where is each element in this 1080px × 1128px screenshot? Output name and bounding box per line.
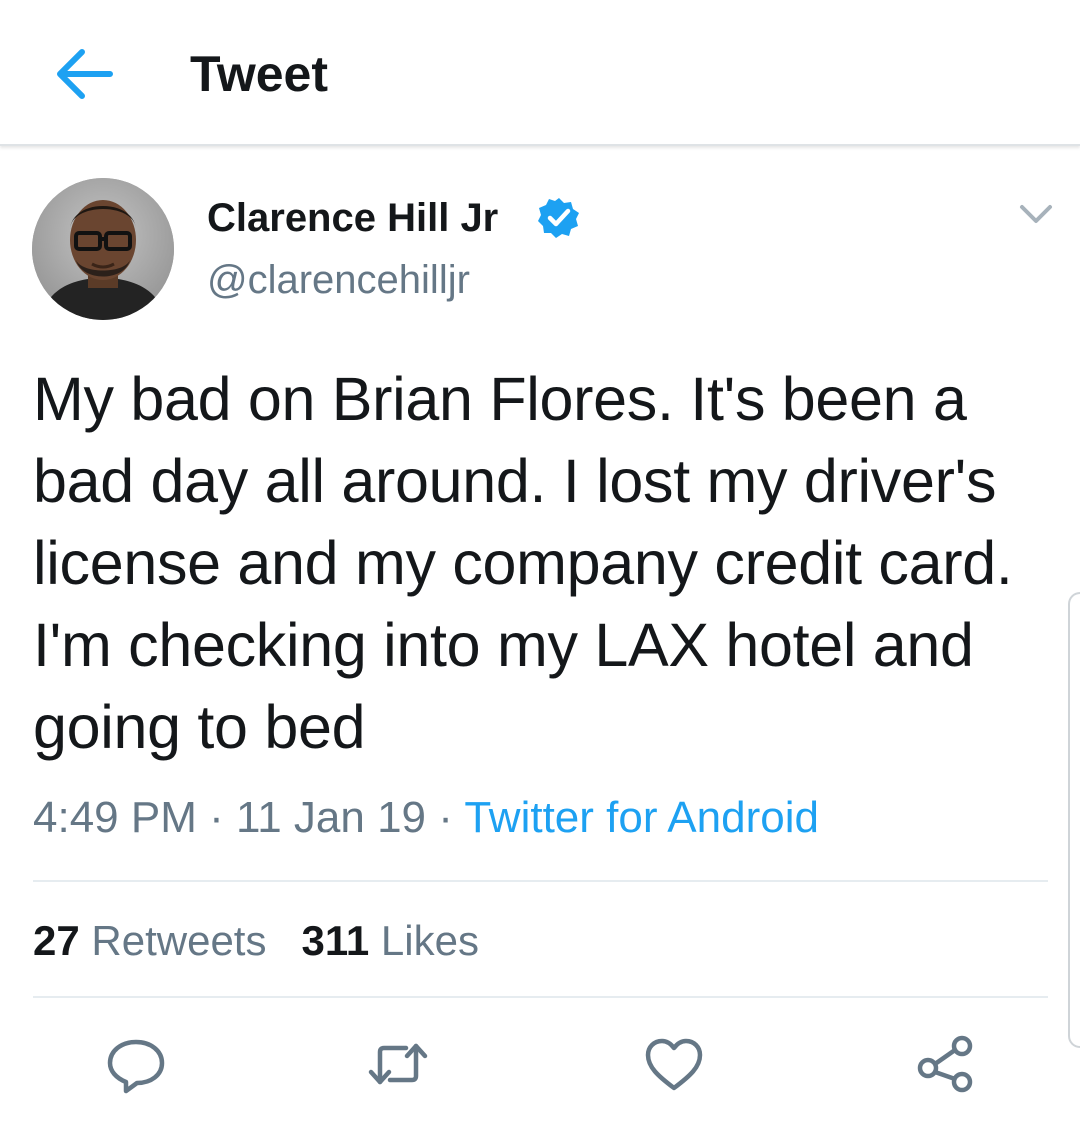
retweets-stat[interactable]: 27 Retweets bbox=[33, 917, 266, 964]
arrow-left-icon bbox=[57, 49, 113, 99]
likes-stat[interactable]: 311 Likes bbox=[301, 917, 479, 964]
retweet-icon bbox=[368, 1043, 428, 1085]
share-button[interactable] bbox=[914, 1032, 978, 1096]
top-app-bar: Tweet bbox=[0, 0, 1080, 146]
retweet-button[interactable] bbox=[366, 1032, 430, 1096]
retweets-label: Retweets bbox=[91, 917, 267, 964]
tweet-date: 11 Jan 19 bbox=[236, 793, 427, 842]
divider bbox=[33, 880, 1048, 882]
avatar-portrait bbox=[32, 178, 174, 320]
retweets-count: 27 bbox=[33, 917, 80, 964]
reply-icon bbox=[107, 1039, 165, 1094]
reply-button[interactable] bbox=[104, 1032, 168, 1096]
author-handle[interactable]: @clarencehilljr bbox=[207, 256, 470, 304]
tweet-meta: 4:49 PM · 11 Jan 19 · Twitter for Androi… bbox=[33, 790, 819, 846]
chevron-down-icon bbox=[1020, 205, 1052, 223]
likes-count: 311 bbox=[301, 917, 370, 964]
meta-separator: · bbox=[438, 793, 453, 842]
likes-label: Likes bbox=[380, 917, 479, 964]
page-title: Tweet bbox=[190, 46, 328, 102]
tweet-time: 4:49 PM bbox=[33, 793, 197, 842]
tweet-menu-button[interactable] bbox=[1016, 196, 1056, 232]
tweet-text: My bad on Brian Flores. It's been a bad … bbox=[33, 365, 1013, 761]
like-icon bbox=[645, 1038, 703, 1091]
edge-scroll-handle[interactable] bbox=[1068, 592, 1080, 1048]
meta-separator: · bbox=[209, 793, 224, 842]
like-button[interactable] bbox=[642, 1032, 706, 1096]
avatar[interactable] bbox=[32, 178, 174, 320]
share-icon bbox=[917, 1035, 973, 1093]
verified-badge-icon bbox=[538, 197, 580, 239]
author-display-name[interactable]: Clarence Hill Jr bbox=[207, 194, 498, 242]
divider bbox=[33, 996, 1048, 998]
tweet-source-link[interactable]: Twitter for Android bbox=[464, 793, 819, 842]
tweet-stats: 27 Retweets 311 Likes bbox=[33, 914, 479, 968]
back-button[interactable] bbox=[50, 44, 116, 104]
